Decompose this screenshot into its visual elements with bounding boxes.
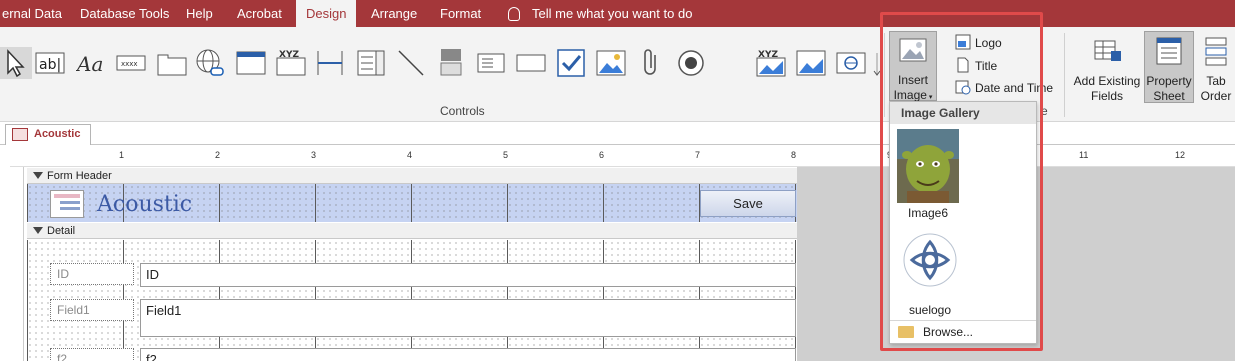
tab-order-icon xyxy=(1205,37,1227,66)
navigation-icon[interactable]: XYZ xyxy=(275,47,307,79)
tab-control-icon[interactable] xyxy=(156,47,188,79)
unbound-object-icon[interactable] xyxy=(835,47,867,79)
web-browser-icon[interactable] xyxy=(235,47,267,79)
ruler-number: 2 xyxy=(215,150,221,160)
add-existing-fields-button[interactable]: Add Existing Fields xyxy=(1071,31,1143,104)
tab-database-tools[interactable]: Database Tools xyxy=(70,0,179,27)
form-header-label: Form Header xyxy=(47,170,112,182)
svg-text:XYZ: XYZ xyxy=(279,50,299,60)
tab-acoustic-form[interactable]: Acoustic xyxy=(5,124,91,145)
document-tab-strip: Acoustic xyxy=(0,122,1235,145)
detail-label: Detail xyxy=(47,225,76,237)
option-button-icon[interactable] xyxy=(675,47,707,79)
tell-me-text: Tell me what you want to do xyxy=(532,6,693,21)
vertical-ruler xyxy=(6,167,24,361)
attachment-icon[interactable] xyxy=(635,47,667,79)
tab-external-data[interactable]: ernal Data xyxy=(0,0,72,27)
field-label-f2[interactable]: f2 xyxy=(50,348,134,361)
tab-arrange[interactable]: Arrange xyxy=(361,0,427,27)
add-fields-label-line1: Add Existing xyxy=(1073,74,1141,88)
button-icon[interactable]: xxxx xyxy=(115,47,147,79)
ruler-number: 7 xyxy=(695,150,701,160)
ruler-number: 5 xyxy=(503,150,509,160)
tab-acrobat[interactable]: Acrobat xyxy=(227,0,292,27)
svg-text:ab|: ab| xyxy=(39,57,61,73)
lightbulb-icon xyxy=(508,7,520,21)
ruler-number: 8 xyxy=(791,150,797,160)
tab-order-label-line2: Order xyxy=(1200,89,1232,103)
horizontal-ruler: 1 2 3 4 5 6 7 8 9 10 11 12 xyxy=(10,147,1235,167)
form-logo-icon[interactable] xyxy=(50,190,84,218)
hyperlink-icon[interactable] xyxy=(194,47,226,79)
field-textbox-f2[interactable]: f2 xyxy=(140,348,796,361)
property-sheet-button[interactable]: Property Sheet xyxy=(1144,31,1194,103)
ruler-number: 3 xyxy=(311,150,317,160)
field-label-field1[interactable]: Field1 xyxy=(50,299,134,321)
tell-me-box[interactable]: Tell me what you want to do xyxy=(508,0,692,27)
field-textbox-field1[interactable]: Field1 xyxy=(140,299,796,337)
ruler-number: 1 xyxy=(119,150,125,160)
subform-icon[interactable]: XYZ xyxy=(755,47,787,79)
tab-format[interactable]: Format xyxy=(430,0,491,27)
ruler-number: 6 xyxy=(599,150,605,160)
select-pointer-icon[interactable] xyxy=(0,47,32,79)
combo-box-icon[interactable] xyxy=(355,47,387,79)
group-separator xyxy=(1064,33,1065,117)
chart-icon[interactable] xyxy=(795,47,827,79)
label-icon[interactable]: Aa xyxy=(75,47,108,79)
svg-text:Aa: Aa xyxy=(76,52,103,76)
ribbon-body: ab| Aa xxxx XYZ XYZ Controls Insert Imag… xyxy=(0,27,1235,122)
collapse-arrow-icon xyxy=(33,227,43,234)
tab-order-button[interactable]: Tab Order xyxy=(1197,31,1235,104)
property-sheet-icon xyxy=(1156,37,1182,65)
check-box-icon[interactable] xyxy=(555,47,587,79)
toggle-button-icon[interactable] xyxy=(435,47,467,79)
add-fields-label-line2: Fields xyxy=(1090,89,1123,103)
tab-order-label-line1: Tab xyxy=(1206,74,1226,88)
form-icon xyxy=(12,128,28,141)
list-box-icon[interactable] xyxy=(475,47,507,79)
field-label-id[interactable]: ID xyxy=(50,263,134,285)
ruler-number: 4 xyxy=(407,150,413,160)
ruler-number: 11 xyxy=(1079,150,1089,160)
svg-text:XYZ: XYZ xyxy=(758,50,778,60)
ruler-number: 12 xyxy=(1175,150,1186,160)
detail-bar[interactable]: Detail xyxy=(27,223,797,239)
document-tab-label: Acoustic xyxy=(34,128,81,140)
collapse-arrow-icon xyxy=(33,172,43,179)
field-textbox-id[interactable]: ID xyxy=(140,263,796,287)
image-icon[interactable] xyxy=(595,47,627,79)
form-title-label[interactable]: Acoustic xyxy=(97,192,192,217)
option-group-icon[interactable] xyxy=(314,47,346,79)
add-fields-icon xyxy=(1094,40,1121,61)
form-header-bar[interactable]: Form Header xyxy=(27,168,797,184)
annotation-highlight-box xyxy=(880,12,1043,351)
text-box-icon[interactable]: ab| xyxy=(34,47,66,79)
property-sheet-label-line2: Sheet xyxy=(1153,89,1185,103)
ribbon-tab-bar: ernal Data Database Tools Help Acrobat D… xyxy=(0,0,1235,27)
tab-design[interactable]: Design xyxy=(296,0,357,27)
line-icon[interactable] xyxy=(395,47,427,79)
controls-group-label: Controls xyxy=(440,104,485,118)
rectangle-icon[interactable] xyxy=(515,47,547,79)
property-sheet-label-line1: Property xyxy=(1146,74,1192,88)
tab-help[interactable]: Help xyxy=(176,0,223,27)
save-button[interactable]: Save xyxy=(700,190,796,217)
svg-text:xxxx: xxxx xyxy=(121,60,138,68)
